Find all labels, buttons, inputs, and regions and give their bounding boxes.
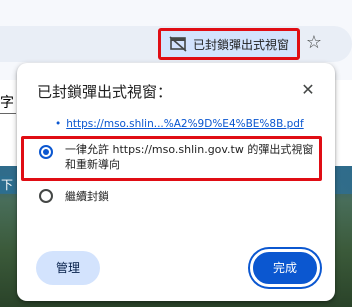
popup-blocked-chip[interactable]: 已封鎖彈出式視窗 [158, 28, 300, 60]
continue-blocking-label[interactable]: 繼續封鎖 [65, 189, 109, 204]
allow-always-radio[interactable] [39, 145, 53, 159]
dialog-title: 已封鎖彈出式視窗： [37, 83, 173, 101]
popup-blocked-icon [169, 36, 187, 52]
manage-button[interactable]: 管理 [36, 251, 100, 285]
page-edge-text: 字 [0, 95, 14, 111]
continue-blocking-radio[interactable] [39, 189, 53, 203]
popup-blocked-chip-label: 已封鎖彈出式視窗 [193, 37, 290, 52]
close-icon[interactable]: ✕ [299, 81, 317, 99]
bullet: • [55, 118, 62, 130]
popup-blocked-dialog: 已封鎖彈出式視窗： ✕ • https://mso.shlin...%A2%9D%… [17, 63, 335, 301]
blocked-popup-link[interactable]: • https://mso.shlin...%A2%9D%E4%BE%8B.pdf [55, 118, 304, 130]
page-edge-link[interactable]: 下 [0, 176, 15, 193]
allow-always-label[interactable]: 一律允許 https://mso.shlin.gov.tw 的彈出式視窗和重新導… [65, 142, 315, 172]
done-button[interactable]: 完成 [250, 249, 320, 287]
blocked-popup-link-text: https://mso.shlin...%A2%9D%E4%BE%8B.pdf [66, 118, 304, 130]
page-edge-divider [0, 113, 16, 114]
star-icon[interactable]: ☆ [304, 33, 324, 53]
